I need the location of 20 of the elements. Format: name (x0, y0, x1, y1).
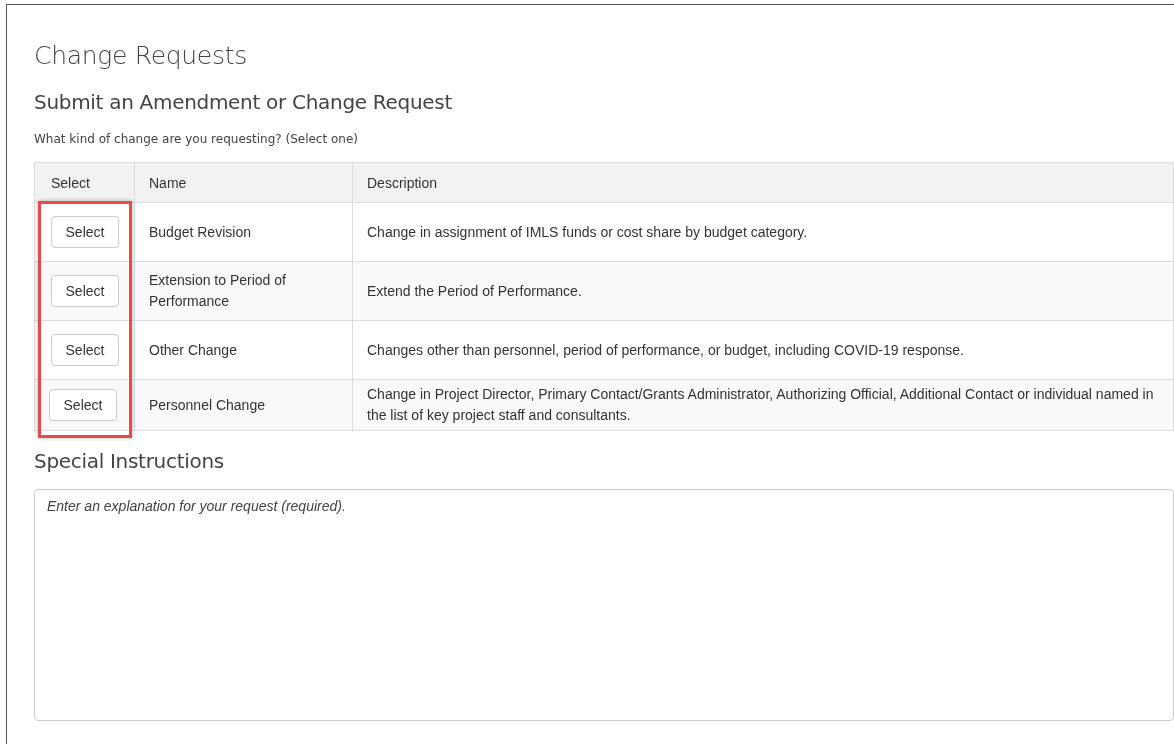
table-cell: Changes other than personnel, period of performance, or budget, including COVID-19 response. (352, 320, 1174, 380)
explanation-field[interactable]: Enter an explanation for your request (required). (34, 489, 1174, 721)
table-cell: Change in Project Director, Primary Contact/Grants Administrator, Authorizing Official, Additional Contact or individual named in the list of key project staff and consultants. (352, 379, 1174, 431)
section-heading: Special Instructions (34, 449, 225, 473)
select-button[interactable]: Select (51, 334, 119, 366)
section-heading: Submit an Amendment or Change Request (34, 90, 453, 114)
select-button[interactable]: Select (51, 275, 119, 307)
column-header: Description (352, 162, 1174, 203)
question-text: What kind of change are you requesting? (Select one) (34, 132, 359, 146)
table-cell: Extend the Period of Performance. (352, 261, 1174, 321)
column-header: Name (134, 162, 353, 203)
table-cell: Extension to Period of Performance (134, 261, 353, 321)
table-cell: Personnel Change (134, 379, 353, 431)
table-cell: Budget Revision (134, 202, 353, 262)
table-cell: Change in assignment of IMLS funds or cost share by budget category. (352, 202, 1174, 262)
column-header: Select (34, 162, 135, 203)
select-button[interactable]: Select (51, 216, 119, 248)
page-title: Change Requests (34, 41, 248, 70)
table-cell: Other Change (134, 320, 353, 380)
select-button[interactable]: Select (49, 389, 117, 421)
